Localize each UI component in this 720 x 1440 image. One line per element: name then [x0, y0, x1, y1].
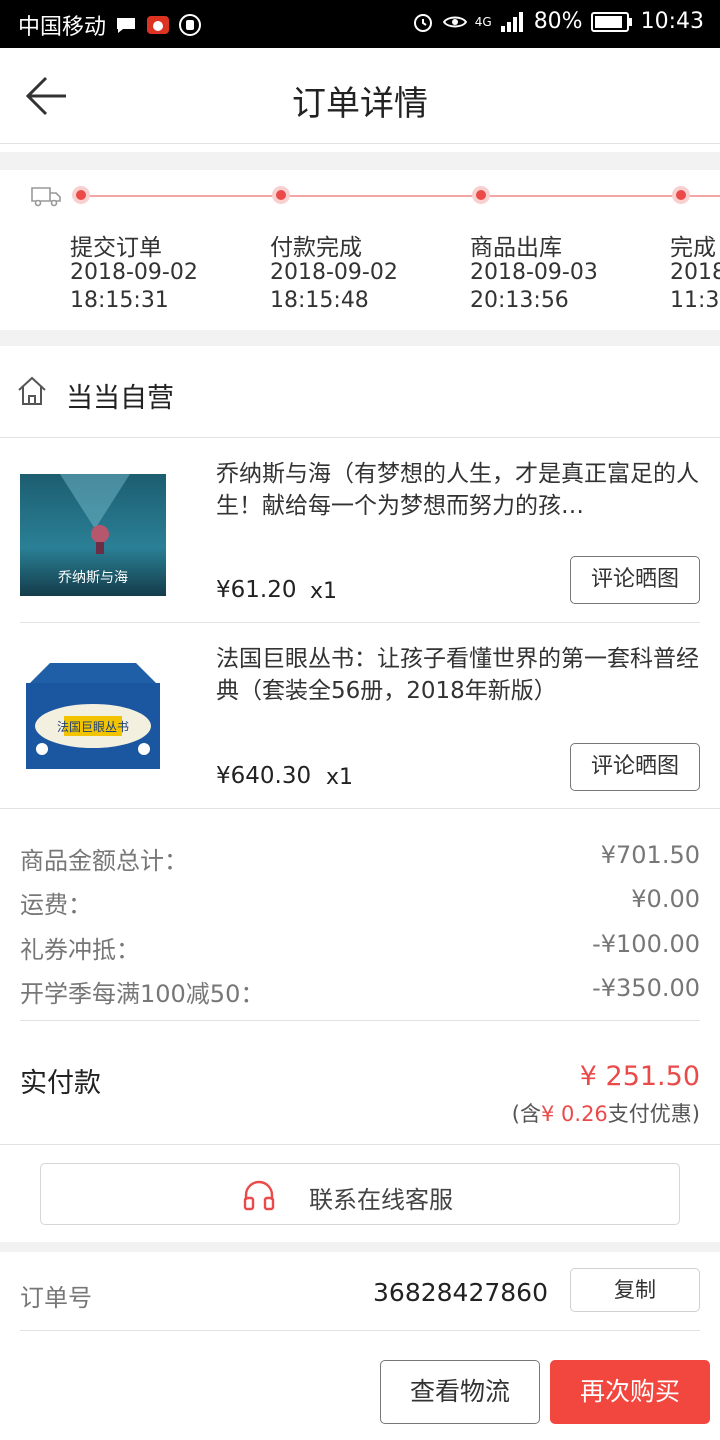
paid-label: 实付款: [20, 1068, 101, 1099]
summary-value: -¥100.00: [592, 930, 700, 958]
summary-label: 商品金额总计：: [20, 847, 188, 875]
hand-icon: [179, 14, 202, 36]
section-gap: [0, 1242, 720, 1252]
alarm-icon: [413, 13, 432, 32]
page-title: 订单详情: [292, 84, 428, 124]
carrier-name: 中国移动: [18, 15, 107, 40]
step-time: 11:33: [670, 288, 720, 313]
timeline-dot: [272, 186, 290, 204]
timeline-line: [80, 195, 720, 197]
summary-row: 商品金额总计： ¥701.50: [20, 841, 700, 875]
review-button[interactable]: 评论晒图: [570, 743, 700, 791]
message-icon: [117, 18, 136, 33]
step-time: 20:13:56: [470, 288, 569, 313]
note-suffix: 支付优惠): [607, 1102, 700, 1126]
timeline-dot: [472, 186, 490, 204]
step-label: 商品出库: [470, 235, 562, 261]
timeline-dot: [72, 186, 90, 204]
summary-row: 运费： ¥0.00: [20, 885, 700, 919]
order-item[interactable]: 乔纳斯与海 乔纳斯与海（有梦想的人生，才是真正富足的人生！献给每一个为梦想而努力…: [0, 438, 720, 623]
summary-divider: [20, 1020, 700, 1021]
item-price: ¥61.20: [216, 577, 297, 603]
item-title[interactable]: 乔纳斯与海（有梦想的人生，才是真正富足的人生！献给每一个为梦想而努力的孩…: [216, 458, 706, 522]
buy-again-button[interactable]: 再次购买: [550, 1360, 710, 1424]
shop-header[interactable]: 当当自营: [0, 346, 720, 438]
item-quantity: x1: [326, 765, 354, 790]
step-date: 2018-09-03: [470, 260, 598, 285]
book-cover-title: 乔纳斯与海: [58, 570, 128, 586]
summary-value: -¥350.00: [592, 974, 700, 1002]
section-gap: [0, 152, 720, 170]
step-time: 18:15:31: [70, 288, 169, 313]
weibo-icon: [147, 16, 170, 34]
item-title[interactable]: 法国巨眼丛书：让孩子看懂世界的第一套科普经典（套装全56册，2018年新版）: [216, 643, 706, 707]
status-left: 中国移动: [18, 9, 202, 41]
clock: 10:43: [640, 9, 704, 34]
summary-label: 开学季每满100减50：: [20, 980, 265, 1008]
payment-discount-note: (含¥ 0.26支付优惠): [512, 1098, 700, 1128]
signal-icon: [500, 11, 523, 32]
copy-button[interactable]: 复制: [570, 1268, 700, 1312]
step-date: 2018: [670, 260, 720, 285]
contact-service-label: 联系在线客服: [309, 1186, 453, 1214]
nav-bar: 订单详情: [0, 48, 720, 144]
network-type: 4G: [474, 14, 492, 29]
summary-row: 开学季每满100减50： -¥350.00: [20, 974, 700, 1008]
view-logistics-button[interactable]: 查看物流: [380, 1360, 540, 1424]
order-number-label: 订单号: [20, 1284, 92, 1312]
step-label: 完成: [670, 235, 716, 261]
battery-percent: 80%: [533, 9, 583, 34]
home-icon: [18, 376, 46, 405]
shop-name: 当当自营: [66, 383, 174, 414]
section-gap: [0, 330, 720, 346]
review-button[interactable]: 评论晒图: [570, 556, 700, 604]
eye-icon: [442, 16, 467, 27]
status-bar: 中国移动 4G 80% 10:43: [0, 0, 720, 48]
timeline-dot: [672, 186, 690, 204]
order-number: 36828427860: [373, 1278, 548, 1307]
summary-row: 礼券冲抵： -¥100.00: [20, 930, 700, 964]
step-label: 付款完成: [270, 235, 362, 261]
price-summary: 商品金额总计： ¥701.50 运费： ¥0.00 礼券冲抵： -¥100.00…: [0, 808, 720, 1144]
summary-value: ¥0.00: [631, 885, 700, 913]
order-item[interactable]: 法国巨眼丛书 法国巨眼丛书：让孩子看懂世界的第一套科普经典（套装全56册，201…: [0, 623, 720, 808]
summary-label: 礼券冲抵：: [20, 936, 140, 964]
status-right: 4G 80% 10:43: [411, 9, 704, 34]
step-label: 提交订单: [70, 235, 162, 261]
summary-label: 运费：: [20, 891, 92, 919]
order-divider: [20, 1330, 700, 1331]
contact-service-button[interactable]: 联系在线客服: [40, 1163, 680, 1225]
order-timeline: 提交订单 2018-09-02 18:15:31 付款完成 2018-09-02…: [0, 170, 720, 330]
step-time: 18:15:48: [270, 288, 369, 313]
battery-icon: [590, 11, 632, 32]
summary-value: ¥701.50: [600, 841, 700, 869]
book-cover-title: 法国巨眼丛书: [57, 720, 129, 734]
headphones-icon: [243, 1180, 275, 1211]
service-section: 联系在线客服: [0, 1144, 720, 1242]
step-date: 2018-09-02: [270, 260, 398, 285]
note-prefix: (含: [511, 1102, 541, 1126]
step-date: 2018-09-02: [70, 260, 198, 285]
paid-amount: ¥ 251.50: [579, 1061, 700, 1092]
book-cover-image: 法国巨眼丛书: [26, 663, 160, 769]
note-amount: ¥ 0.26: [541, 1102, 608, 1126]
item-quantity: x1: [310, 579, 338, 604]
truck-icon: [31, 187, 61, 207]
order-number-row: 订单号 36828427860 复制: [0, 1252, 720, 1332]
item-price: ¥640.30: [216, 763, 312, 789]
book-cover-image: 乔纳斯与海: [20, 474, 166, 596]
